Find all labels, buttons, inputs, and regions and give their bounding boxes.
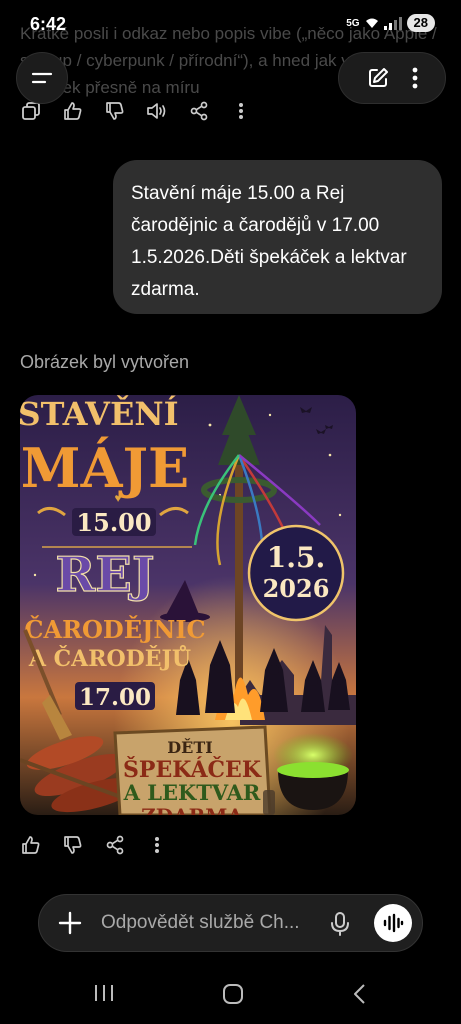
- home-icon[interactable]: [222, 983, 244, 1010]
- user-message-bubble: Stavění máje 15.00 a Rej čarodějnic a ča…: [113, 160, 442, 314]
- more-vertical-icon[interactable]: [230, 100, 252, 122]
- status-icons: 5G 28: [346, 14, 435, 32]
- back-icon[interactable]: [352, 983, 368, 1010]
- generated-image[interactable]: 1.5. 2026 STAVĚNÍ MÁJE 15.00 ♥ REJ ČAROD…: [20, 395, 356, 815]
- poster-date-day: 1.5.: [267, 541, 325, 574]
- poster-title-line2: MÁJE: [21, 436, 189, 500]
- poster-carodeju: A ČARODĚJŮ: [28, 645, 191, 672]
- poster-sign-line2: ŠPEKÁČEK: [123, 756, 262, 783]
- speaker-icon[interactable]: [146, 100, 168, 122]
- composer: [38, 894, 423, 952]
- poster-time-1: 15.00: [76, 508, 151, 537]
- thumbs-down-icon[interactable]: [62, 834, 84, 856]
- poster-title-line1: STAVĚNÍ: [20, 395, 179, 433]
- svg-text:♥: ♥: [114, 491, 121, 505]
- poster-sign-line3: A LEKTVAR: [123, 780, 261, 805]
- header-actions: [338, 52, 446, 104]
- image-created-label: Obrázek byl vytvořen: [20, 352, 190, 372]
- share-icon[interactable]: [188, 100, 210, 122]
- menu-icon: [31, 72, 53, 84]
- voice-mode-button[interactable]: [374, 904, 412, 942]
- navigation-bar: [0, 965, 461, 1024]
- signal-icon: [383, 16, 402, 30]
- thumbs-up-icon[interactable]: [62, 100, 84, 122]
- thumbs-down-icon[interactable]: [104, 100, 126, 122]
- thumbs-up-icon[interactable]: [20, 834, 42, 856]
- poster-sign-line4: ZDARMA: [141, 804, 243, 815]
- poster-sign-line1: DĚTI: [167, 737, 212, 757]
- plus-icon[interactable]: [57, 910, 83, 941]
- message-actions: [20, 100, 252, 122]
- image-actions: [20, 834, 168, 856]
- edit-icon[interactable]: [366, 66, 390, 90]
- voice-mode-icon: [383, 913, 404, 933]
- status-bar: 6:42 5G 28: [0, 0, 461, 50]
- poster-date-year: 2026: [263, 574, 330, 603]
- reply-input[interactable]: [101, 895, 321, 951]
- battery-indicator: 28: [406, 14, 435, 32]
- user-message-text: Stavění máje 15.00 a Rej čarodějnic a ča…: [131, 183, 407, 300]
- more-vertical-icon[interactable]: [412, 67, 418, 89]
- status-time: 6:42: [30, 14, 67, 34]
- wifi-icon: [365, 18, 378, 28]
- network-label: 5G: [346, 17, 360, 29]
- more-vertical-icon[interactable]: [146, 834, 168, 856]
- poster-time-2: 17.00: [79, 684, 151, 711]
- recents-icon[interactable]: [93, 983, 115, 1008]
- share-icon[interactable]: [104, 834, 126, 856]
- poster-carodejnic: ČARODĚJNIC: [24, 615, 205, 644]
- poster-rej: REJ: [55, 547, 154, 603]
- mic-icon[interactable]: [330, 911, 350, 942]
- menu-button[interactable]: [16, 52, 68, 104]
